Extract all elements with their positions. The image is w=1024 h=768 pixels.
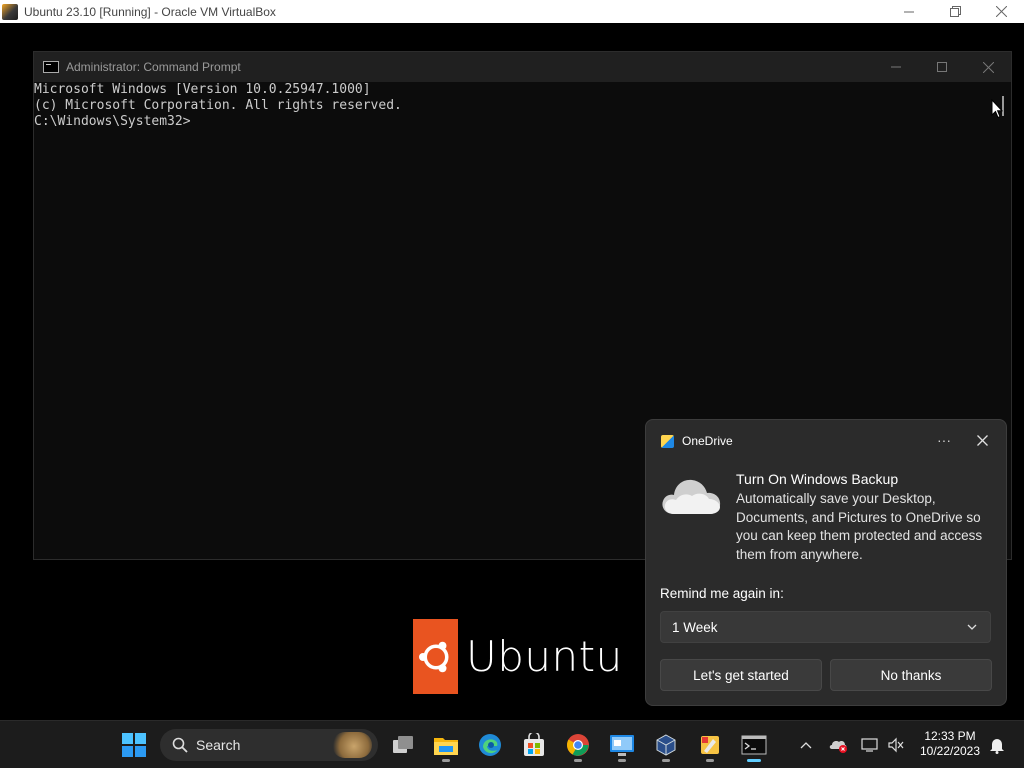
virtualbox-title-bar: Ubuntu 23.10 [Running] - Oracle VM Virtu… (0, 0, 1024, 23)
volume-button[interactable] (885, 721, 907, 768)
running-indicator (574, 759, 582, 762)
maximize-icon (937, 62, 947, 72)
microsoft-store-icon (524, 733, 544, 756)
clock-time: 12:33 PM (924, 729, 976, 743)
search-label: Search (196, 737, 241, 753)
restore-button[interactable] (932, 0, 978, 23)
notification-header: OneDrive (661, 434, 733, 448)
close-button[interactable] (978, 0, 1024, 23)
minimize-icon (891, 66, 901, 68)
minimize-icon (904, 11, 914, 12)
running-indicator (706, 759, 714, 762)
close-icon (982, 61, 994, 73)
restore-icon (949, 6, 961, 17)
close-icon (976, 434, 988, 446)
taskbar-paint[interactable] (692, 727, 728, 763)
virtualbox-app-icon (2, 3, 18, 20)
mouse-pointer-icon (991, 98, 1004, 123)
windows-start-icon (122, 733, 146, 757)
cmd-window-title: Administrator: Command Prompt (66, 60, 241, 74)
taskbar-terminal[interactable] (736, 727, 772, 763)
cmd-app-icon (43, 61, 59, 73)
edge-browser-icon (479, 734, 501, 756)
terminal-line: Microsoft Windows [Version 10.0.25947.10… (34, 82, 371, 97)
remind-label: Remind me again in: (660, 586, 784, 601)
more-options-button[interactable]: ··· (932, 430, 956, 450)
notification-title: Turn On Windows Backup (736, 471, 899, 487)
chrome-browser-icon (567, 734, 589, 756)
running-indicator (662, 759, 670, 762)
minimize-button[interactable] (886, 0, 932, 23)
network-ethernet-icon (861, 737, 878, 752)
virtualbox-window-controls (886, 0, 1024, 23)
terminal-prompt: C:\Windows\System32> (34, 114, 191, 129)
cmd-maximize-button[interactable] (919, 52, 965, 82)
command-prompt-icon (741, 735, 767, 755)
chevron-down-icon (967, 624, 977, 630)
taskbar-search-box[interactable]: Search (160, 729, 378, 761)
cmd-close-button[interactable] (965, 52, 1011, 82)
onedrive-notification[interactable]: OneDrive ··· Turn On Windows Backup Auto… (645, 419, 1007, 706)
taskbar-remote-desktop[interactable] (604, 727, 640, 763)
onedrive-cloud-icon (662, 479, 721, 514)
notification-center-button[interactable] (986, 721, 1008, 768)
task-view-icon (393, 736, 413, 753)
onedrive-error-icon (829, 740, 847, 753)
running-indicator (618, 759, 626, 762)
taskbar-chrome[interactable] (560, 727, 596, 763)
no-thanks-button[interactable]: No thanks (830, 659, 992, 691)
remind-interval-value: 1 Week (672, 619, 718, 635)
volume-muted-icon (888, 737, 904, 752)
task-view-button[interactable] (385, 727, 421, 763)
cmd-minimize-button[interactable] (873, 52, 919, 82)
cmd-window-controls (873, 52, 1011, 82)
active-indicator (747, 759, 761, 762)
taskbar-virtualbox[interactable] (648, 727, 684, 763)
onedrive-tray-button[interactable] (826, 721, 850, 768)
search-highlight-image (332, 732, 372, 758)
search-icon (172, 737, 188, 753)
notification-message: Automatically save your Desktop, Documen… (736, 491, 983, 562)
taskbar: Search 12:33 PM 10/22/2023 (0, 720, 1024, 768)
clock-date: 10/22/2023 (919, 744, 981, 758)
show-hidden-icons-button[interactable] (795, 721, 817, 768)
notification-close-button[interactable] (970, 430, 994, 450)
ubuntu-logo: Ubuntu (413, 619, 623, 694)
lets-get-started-button[interactable]: Let's get started (660, 659, 822, 691)
running-indicator (442, 759, 450, 762)
start-button[interactable] (116, 727, 152, 763)
taskbar-file-explorer[interactable] (428, 727, 464, 763)
onedrive-app-icon (661, 434, 674, 448)
remind-interval-dropdown[interactable]: 1 Week (660, 611, 991, 643)
close-icon (995, 6, 1007, 17)
remote-desktop-icon (610, 735, 634, 756)
taskbar-clock[interactable]: 12:33 PM 10/22/2023 (912, 729, 988, 759)
chevron-up-icon (800, 741, 812, 748)
notification-app-name: OneDrive (682, 434, 733, 448)
ubuntu-circle-of-friends-icon (413, 619, 458, 694)
terminal-line: (c) Microsoft Corporation. All rights re… (34, 98, 402, 113)
virtualbox-window-title: Ubuntu 23.10 [Running] - Oracle VM Virtu… (24, 4, 276, 19)
notification-bell-icon (990, 738, 1004, 754)
cmd-title-bar[interactable]: Administrator: Command Prompt (34, 52, 1011, 82)
network-button[interactable] (859, 721, 881, 768)
file-explorer-icon (434, 738, 458, 755)
virtualbox-icon (656, 734, 676, 756)
taskbar-store[interactable] (516, 727, 552, 763)
ubuntu-wordmark: Ubuntu (466, 632, 623, 681)
taskbar-edge[interactable] (472, 727, 508, 763)
paint-icon (701, 736, 719, 754)
